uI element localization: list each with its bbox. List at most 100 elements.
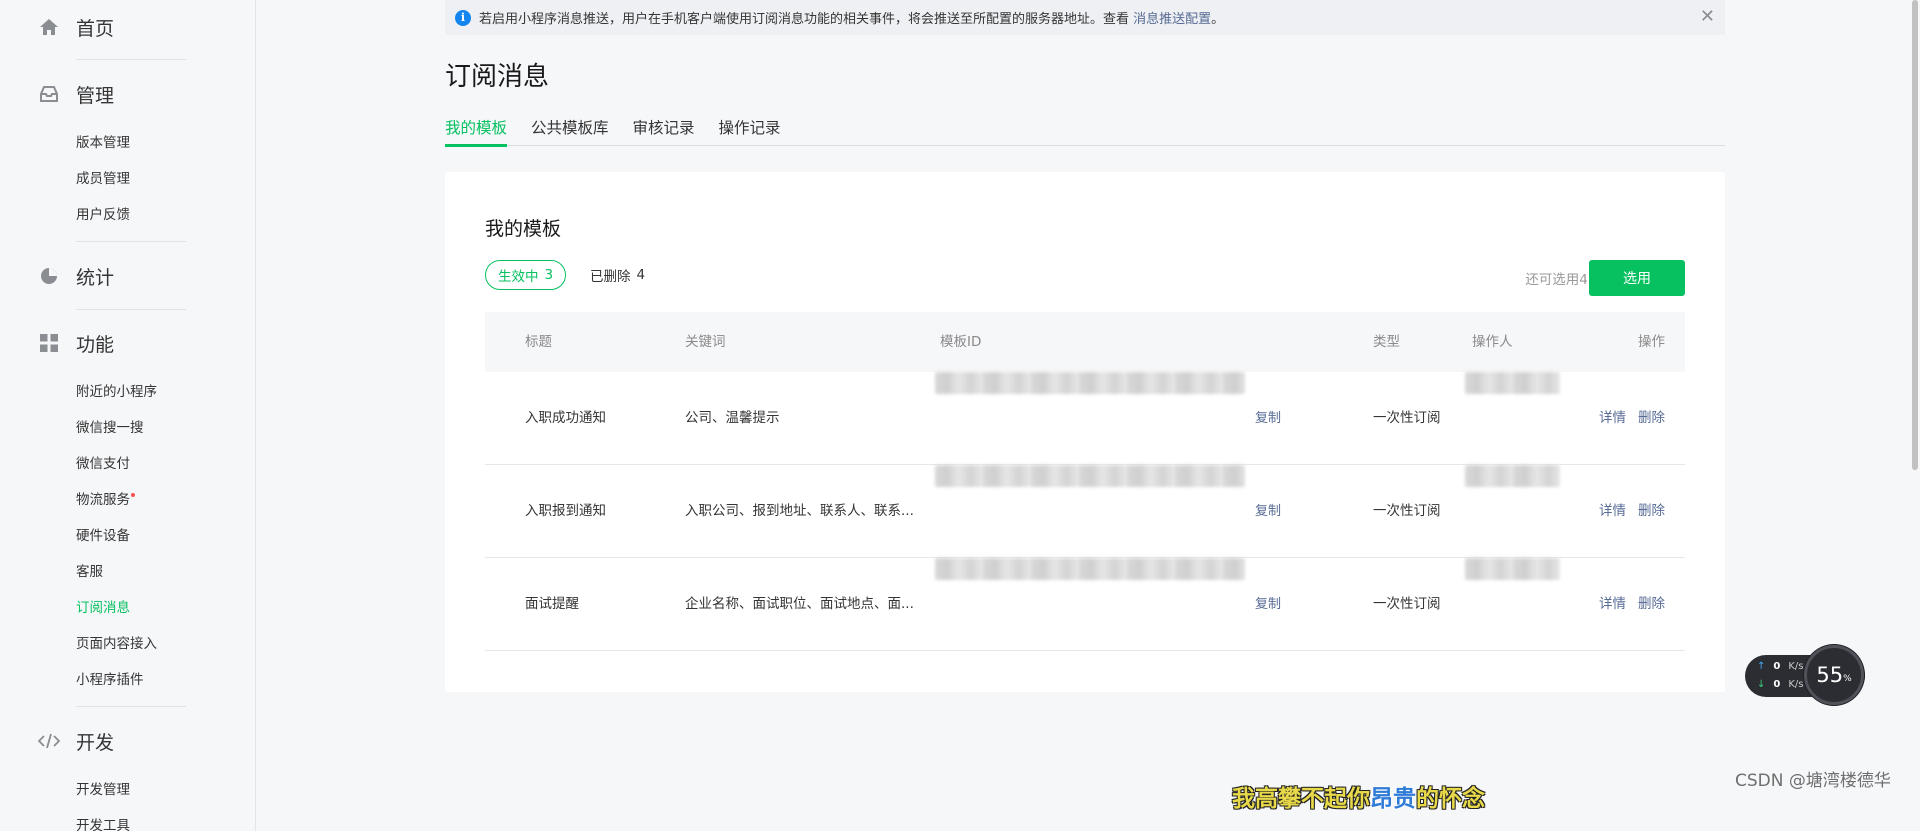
col-type: 类型 bbox=[1373, 334, 1400, 350]
row-type: 一次性订阅 bbox=[1373, 410, 1441, 426]
redacted-operator bbox=[1465, 465, 1560, 487]
sidebar-item-pay[interactable]: 微信支付 bbox=[76, 453, 130, 475]
sidebar-item-feedback[interactable]: 用户反馈 bbox=[76, 204, 130, 226]
nav-stats[interactable]: 统计 bbox=[38, 261, 114, 291]
divider bbox=[76, 59, 186, 60]
row-keywords: 企业名称、面试职位、面试地点、面... bbox=[685, 596, 914, 612]
col-template-id: 模板ID bbox=[940, 334, 982, 350]
filter-deleted-label: 已删除 bbox=[590, 269, 631, 285]
row-keywords: 入职公司、报到地址、联系人、联系... bbox=[685, 503, 914, 519]
sidebar-item-service[interactable]: 客服 bbox=[76, 561, 103, 583]
card-title: 我的模板 bbox=[485, 218, 562, 240]
tab-bar: 我的模板 公共模板库 审核记录 操作记录 bbox=[445, 116, 1725, 147]
nav-manage[interactable]: 管理 bbox=[38, 79, 114, 109]
nav-dev[interactable]: 开发 bbox=[38, 726, 114, 756]
code-icon bbox=[38, 730, 60, 752]
redacted-operator bbox=[1465, 372, 1560, 394]
nav-home[interactable]: 首页 bbox=[38, 12, 114, 42]
redacted-template-id bbox=[935, 465, 1245, 487]
download-value: 0 bbox=[1773, 679, 1781, 690]
row-actions: 详情 删除 bbox=[1599, 465, 1665, 558]
table-row: 入职报到通知 入职公司、报到地址、联系人、联系... 复制 一次性订阅 详情 删… bbox=[485, 465, 1685, 558]
template-card: 我的模板 生效中 3 已删除 4 还可选用47个 选用 标题 关键词 模板ID … bbox=[445, 172, 1725, 692]
row-actions: 详情 删除 bbox=[1599, 372, 1665, 465]
table-row: 面试提醒 企业名称、面试职位、面试地点、面... 复制 一次性订阅 详情 删除 bbox=[485, 558, 1685, 651]
divider bbox=[76, 241, 186, 242]
nav-features[interactable]: 功能 bbox=[38, 328, 114, 358]
grid-icon bbox=[38, 332, 60, 354]
notice-suffix: 。 bbox=[1211, 12, 1225, 27]
sidebar-item-subscribe[interactable]: 订阅消息 bbox=[76, 597, 130, 619]
row-actions: 详情 删除 bbox=[1599, 558, 1665, 651]
row-title: 入职报到通知 bbox=[525, 503, 606, 519]
filter-deleted-count: 4 bbox=[636, 267, 646, 283]
nav-dev-label: 开发 bbox=[76, 731, 115, 754]
delete-link[interactable]: 删除 bbox=[1638, 465, 1665, 558]
tab-public-library[interactable]: 公共模板库 bbox=[531, 116, 609, 146]
subtitle-part3: 的怀念 bbox=[1416, 786, 1485, 812]
nav-home-label: 首页 bbox=[76, 17, 115, 40]
redacted-template-id bbox=[935, 372, 1245, 394]
close-icon[interactable]: ✕ bbox=[1700, 6, 1715, 27]
delete-link[interactable]: 删除 bbox=[1638, 372, 1665, 465]
redacted-operator bbox=[1465, 558, 1560, 580]
row-title: 面试提醒 bbox=[525, 596, 579, 612]
video-subtitle: 我高攀不起你昂贵的怀念 bbox=[1232, 779, 1485, 813]
sidebar-item-dev-manage[interactable]: 开发管理 bbox=[76, 779, 130, 801]
row-type: 一次性订阅 bbox=[1373, 503, 1441, 519]
copy-link[interactable]: 复制 bbox=[1255, 558, 1281, 651]
watermark: CSDN @塘湾楼德华 bbox=[1735, 771, 1891, 791]
sidebar-item-version[interactable]: 版本管理 bbox=[76, 132, 130, 154]
select-button[interactable]: 选用 bbox=[1589, 260, 1685, 296]
sidebar-item-search[interactable]: 微信搜一搜 bbox=[76, 417, 144, 439]
detail-link[interactable]: 详情 bbox=[1599, 465, 1626, 558]
nav-stats-label: 统计 bbox=[76, 266, 115, 289]
sidebar-item-nearby[interactable]: 附近的小程序 bbox=[76, 381, 157, 403]
copy-link[interactable]: 复制 bbox=[1255, 372, 1281, 465]
gauge-value: 55 bbox=[1816, 663, 1844, 687]
scrollbar[interactable] bbox=[1912, 0, 1918, 470]
sidebar-item-hardware[interactable]: 硬件设备 bbox=[76, 525, 130, 547]
memory-gauge[interactable]: 55% bbox=[1804, 645, 1864, 705]
filter-active-count: 3 bbox=[544, 267, 554, 283]
sidebar-item-plugin[interactable]: 小程序插件 bbox=[76, 669, 144, 691]
nav-manage-label: 管理 bbox=[76, 84, 115, 107]
sidebar-item-logistics[interactable]: 物流服务 bbox=[76, 489, 135, 511]
divider bbox=[76, 309, 186, 310]
filter-active[interactable]: 生效中 3 bbox=[485, 260, 567, 290]
tab-review-records[interactable]: 审核记录 bbox=[633, 116, 695, 146]
sidebar-item-logistics-label: 物流服务 bbox=[76, 492, 130, 508]
redacted-template-id bbox=[935, 558, 1245, 580]
table-header: 标题 关键词 模板ID 类型 操作人 操作 bbox=[485, 312, 1685, 372]
col-operator: 操作人 bbox=[1472, 334, 1513, 350]
sidebar: 首页 管理 版本管理 成员管理 用户反馈 统计 功能 附近的小程序 微信搜一搜 … bbox=[0, 0, 256, 831]
divider bbox=[76, 706, 186, 707]
row-type: 一次性订阅 bbox=[1373, 596, 1441, 612]
template-table: 标题 关键词 模板ID 类型 操作人 操作 入职成功通知 公司、温馨提示 复制 … bbox=[485, 312, 1685, 651]
pie-chart-icon bbox=[38, 265, 60, 287]
info-icon: i bbox=[455, 9, 471, 26]
download-arrow-icon: ↓ bbox=[1757, 679, 1766, 690]
delete-link[interactable]: 删除 bbox=[1638, 558, 1665, 651]
col-actions: 操作 bbox=[1638, 334, 1665, 350]
push-config-link[interactable]: 消息推送配置 bbox=[1133, 8, 1211, 27]
row-keywords: 公司、温馨提示 bbox=[685, 410, 780, 426]
notice-text: 若启用小程序消息推送，用户在手机客户端使用订阅消息功能的相关事件，将会推送至所配… bbox=[479, 12, 1130, 27]
copy-link[interactable]: 复制 bbox=[1255, 465, 1281, 558]
page-title: 订阅消息 bbox=[445, 62, 550, 92]
detail-link[interactable]: 详情 bbox=[1599, 372, 1626, 465]
sidebar-item-dev-tools[interactable]: 开发工具 bbox=[76, 815, 130, 831]
subtitle-part1: 我高攀不起你 bbox=[1232, 786, 1370, 812]
download-unit: K/s bbox=[1788, 679, 1804, 690]
tab-my-templates[interactable]: 我的模板 bbox=[445, 116, 508, 147]
filter-deleted[interactable]: 已删除 4 bbox=[590, 260, 645, 290]
filter-active-label: 生效中 bbox=[498, 269, 539, 285]
subtitle-part2: 昂贵 bbox=[1370, 786, 1416, 812]
sidebar-item-members[interactable]: 成员管理 bbox=[76, 168, 130, 190]
col-title: 标题 bbox=[525, 334, 552, 350]
notice-bar: i 若启用小程序消息推送，用户在手机客户端使用订阅消息功能的相关事件，将会推送至… bbox=[445, 0, 1725, 35]
detail-link[interactable]: 详情 bbox=[1599, 558, 1626, 651]
tab-operation-records[interactable]: 操作记录 bbox=[719, 116, 781, 146]
download-speed: ↓ 0 K/s bbox=[1757, 679, 1804, 690]
sidebar-item-content[interactable]: 页面内容接入 bbox=[76, 633, 157, 655]
